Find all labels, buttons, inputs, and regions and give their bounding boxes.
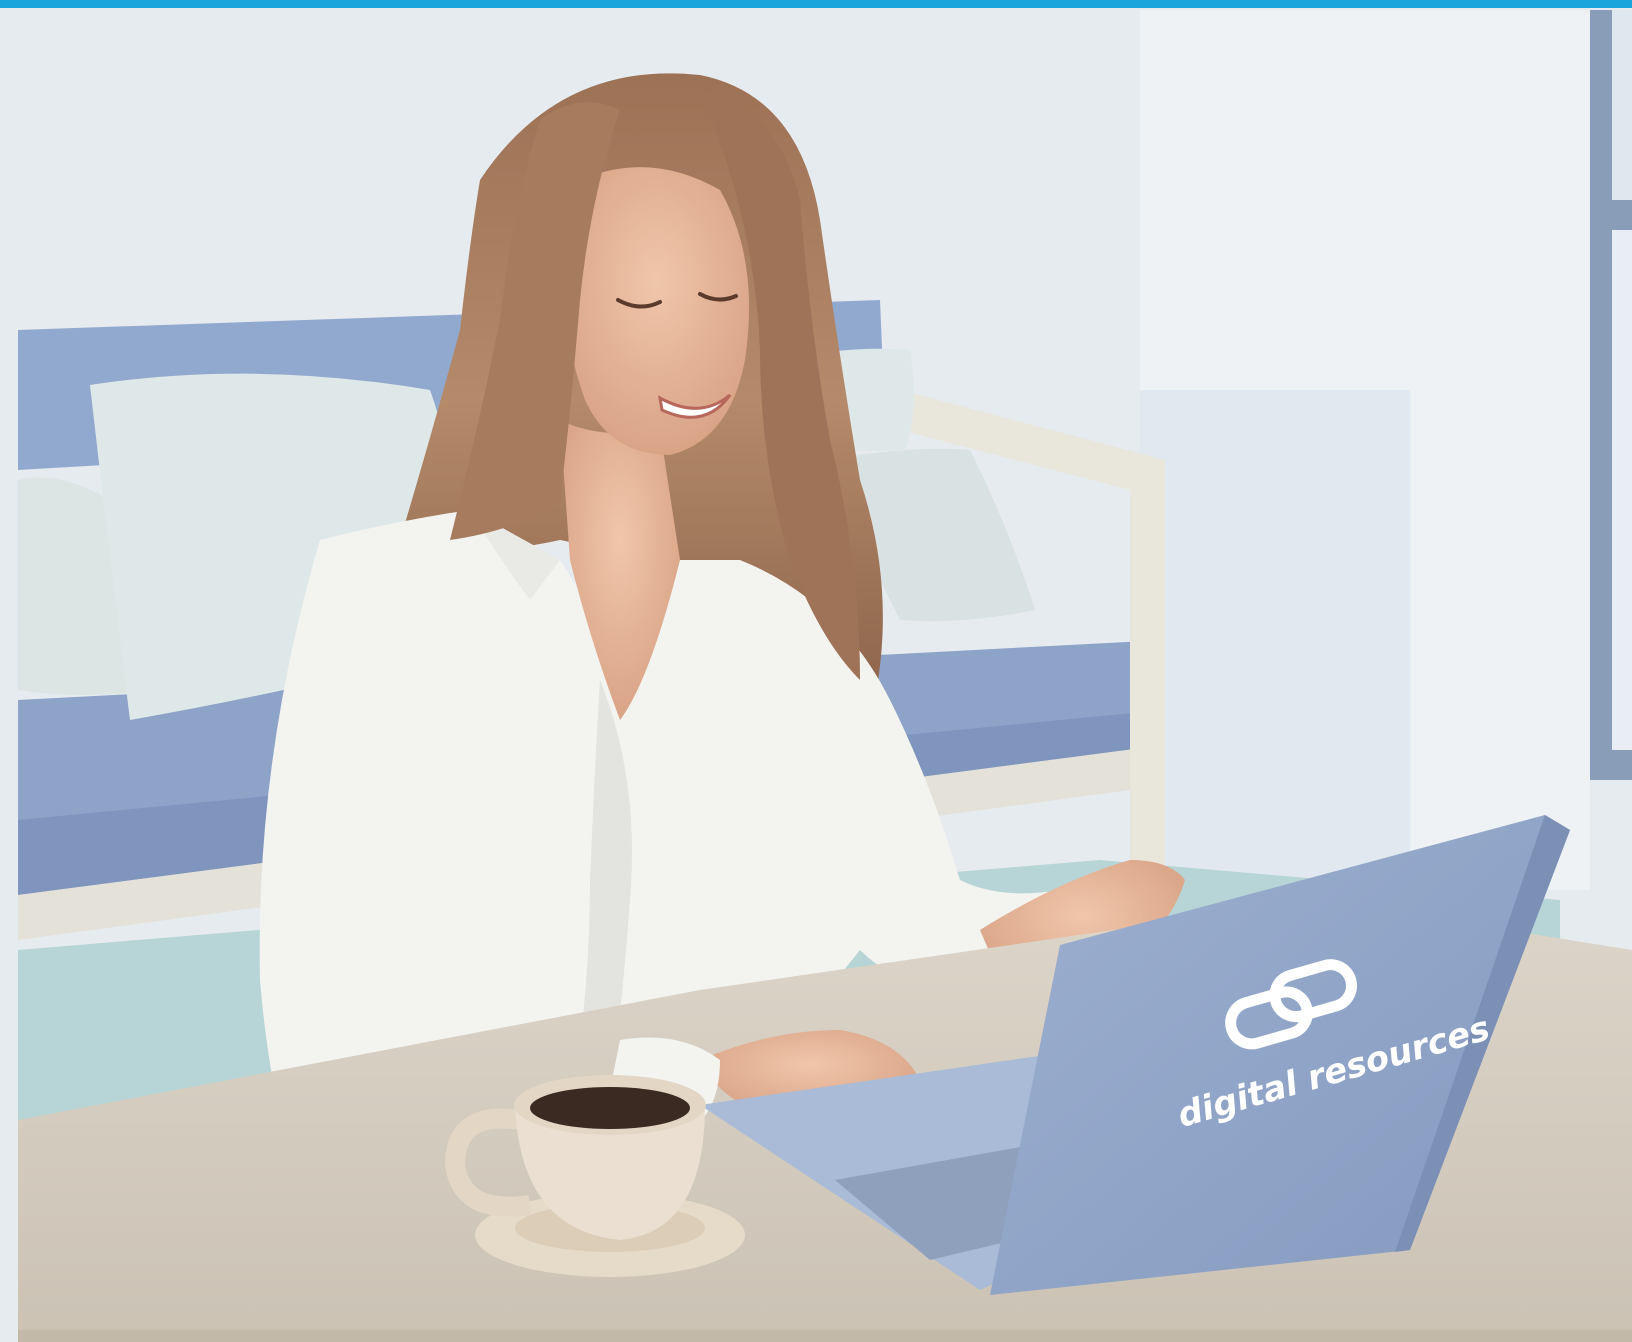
table-edge (18, 1330, 1632, 1342)
window-pane-bottom (1612, 230, 1632, 750)
top-accent-bar (0, 0, 1632, 8)
window-pane-top (1612, 10, 1632, 200)
wall-right-lower (1140, 390, 1410, 890)
illustration-scene: digital resources (0, 0, 1632, 1342)
coffee (530, 1087, 690, 1129)
